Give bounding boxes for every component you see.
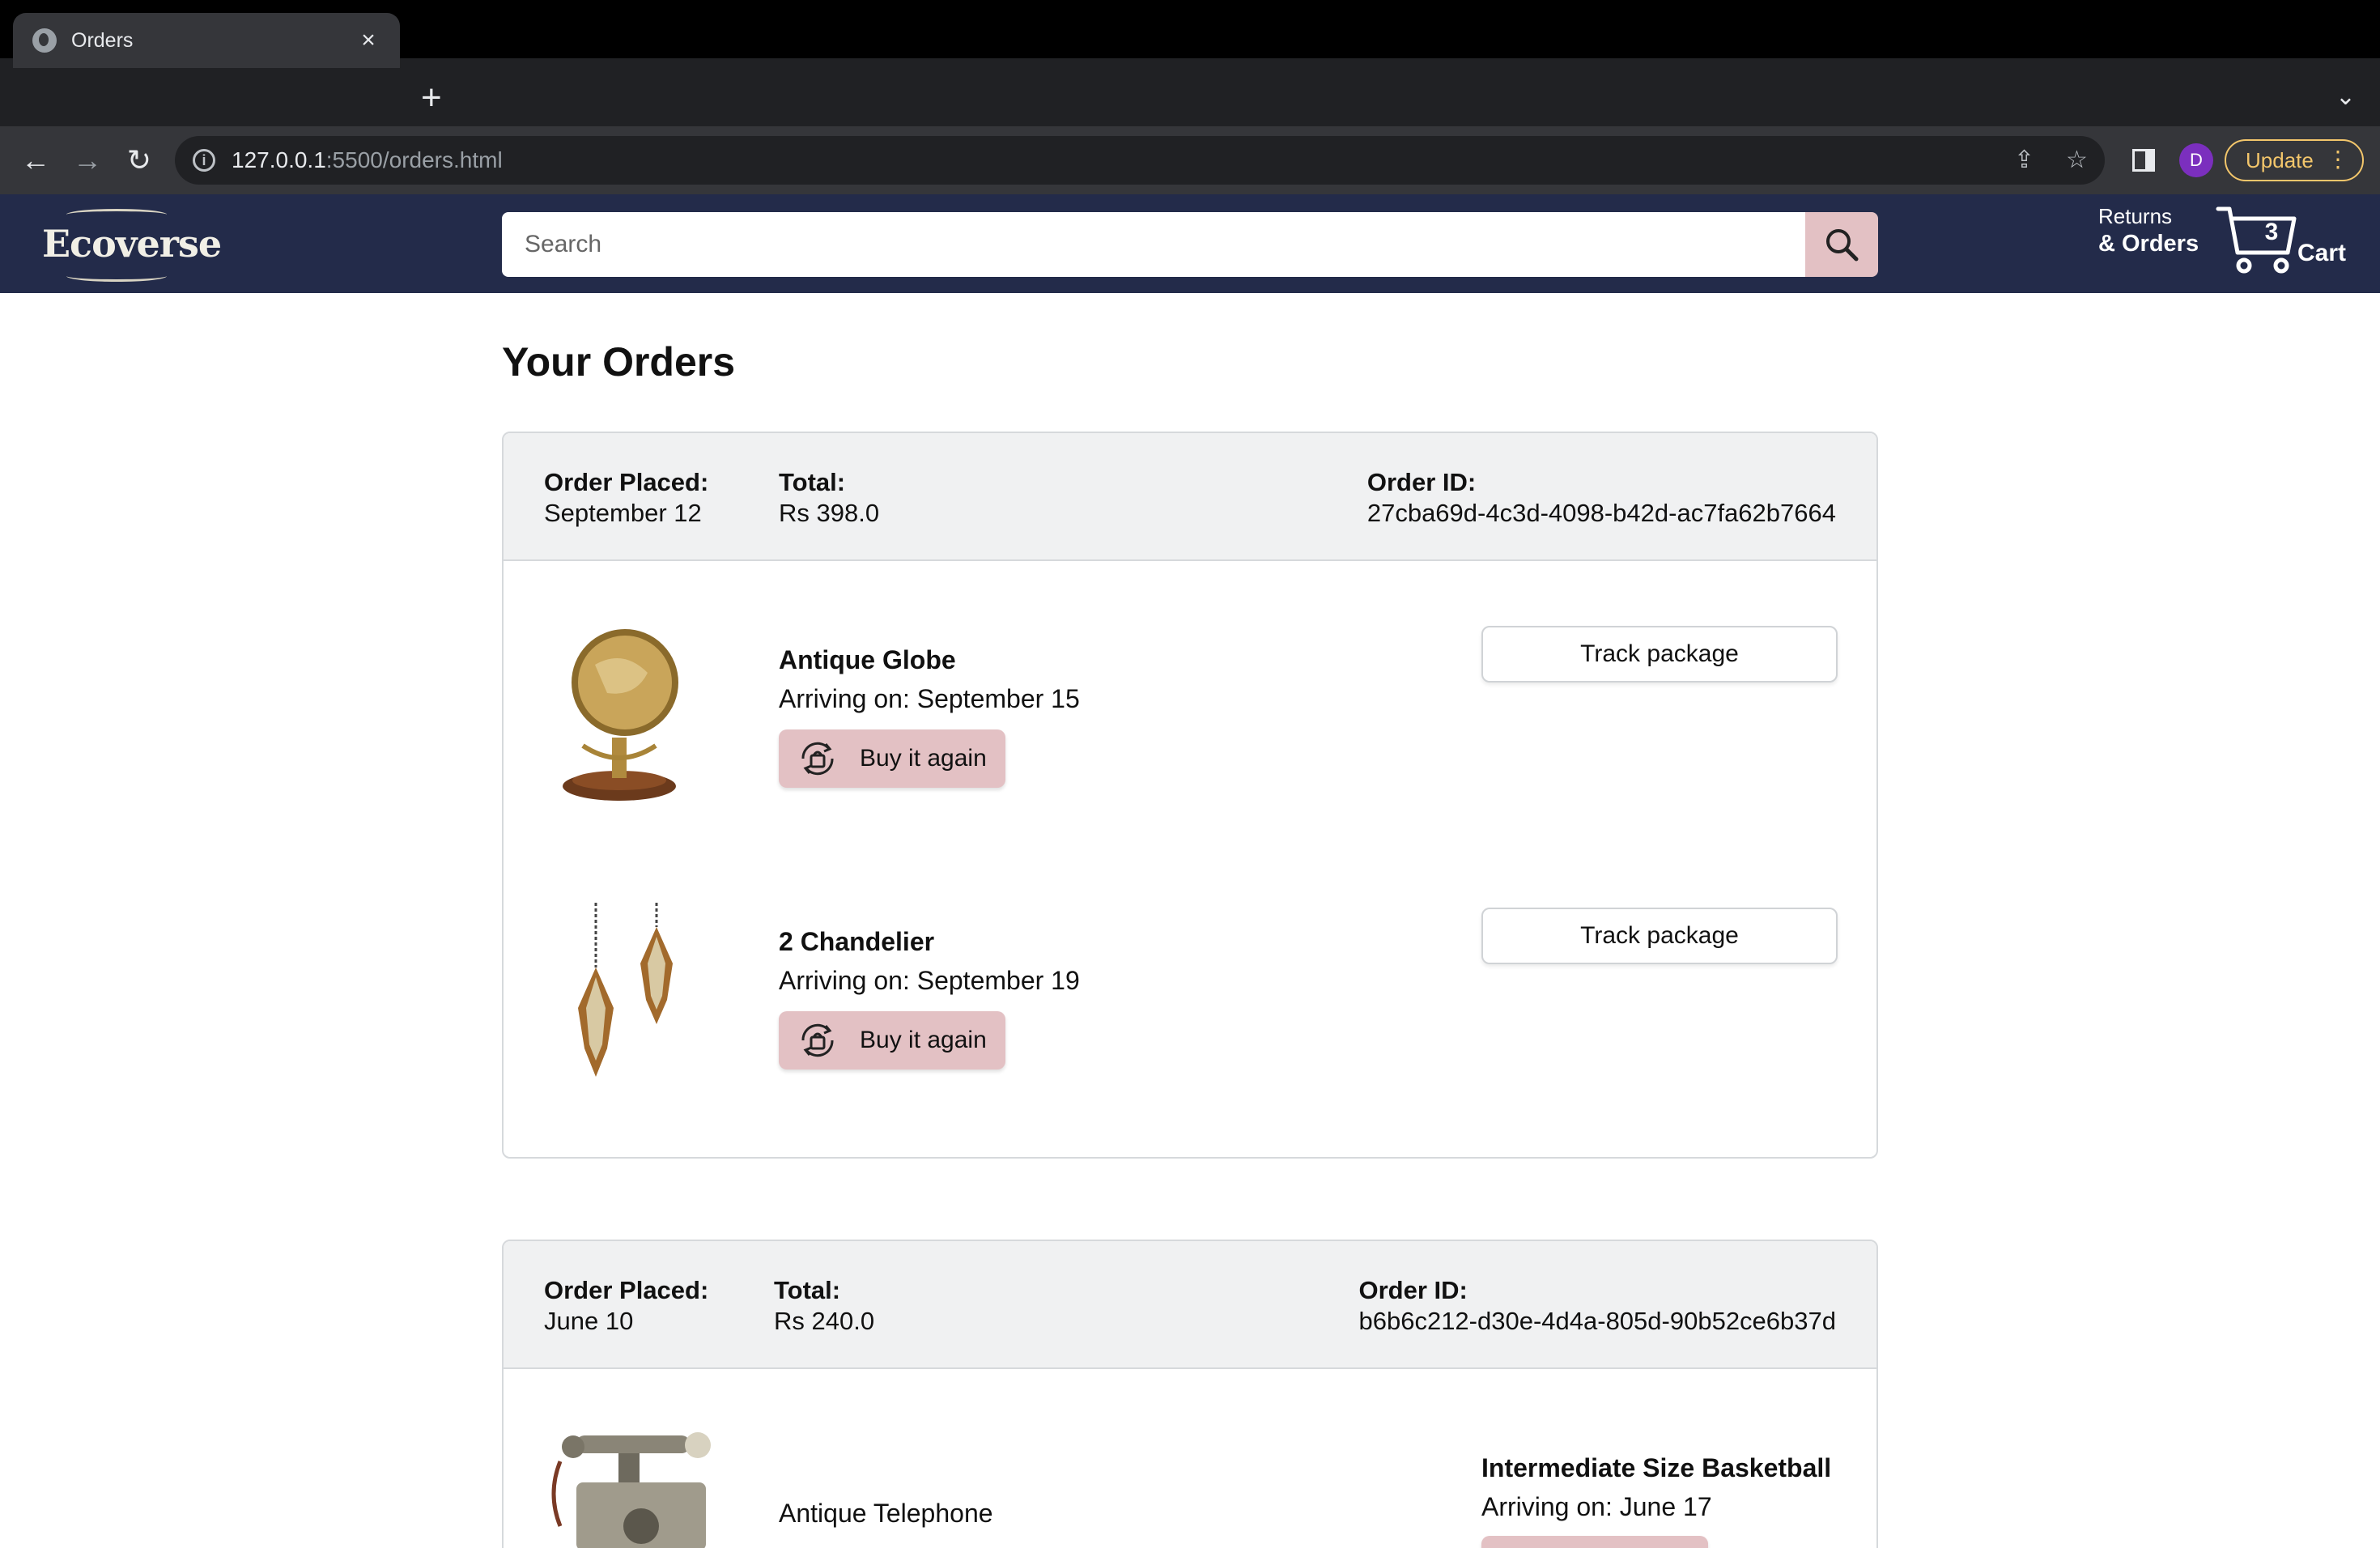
buy-again-button[interactable]: Buy it again (779, 1011, 1005, 1070)
item-arriving: Arriving on: September 19 (779, 966, 1080, 995)
track-package-button[interactable]: Track package (1481, 908, 1838, 964)
reload-icon[interactable]: ↻ (121, 142, 157, 178)
cart-count: 3 (2264, 219, 2279, 245)
item-name: Antique Globe (779, 645, 956, 674)
menu-dots-icon[interactable]: ⋮ (2327, 147, 2349, 172)
cart-link[interactable]: 3 Cart (2215, 204, 2347, 277)
new-tab-button[interactable]: + (421, 78, 442, 118)
item-name: Intermediate Size Basketball (1481, 1453, 1832, 1482)
tab-title: Orders (71, 28, 134, 52)
buy-again-label: Buy it again (860, 745, 987, 772)
order-id-label: Order ID: (1366, 468, 1477, 496)
returns-label: Returns (2098, 204, 2173, 228)
chandelier-image[interactable] (572, 903, 685, 1081)
order-placed-value: June 10 (544, 1307, 634, 1335)
order-id: Order ID: 27cba69d-4c3d-4098-b42d-ac7fa6… (1367, 467, 1836, 529)
share-icon[interactable]: ⇪ (2014, 146, 2034, 174)
search-bar (502, 212, 1878, 277)
antique-globe-image[interactable] (559, 616, 680, 802)
order-placed-label: Order Placed: (544, 1276, 709, 1304)
address-bar[interactable]: i 127.0.0.1:5500/orders.html (175, 136, 2105, 185)
order-placed-value: September 12 (544, 499, 702, 527)
item-name: Antique Telephone (779, 1499, 993, 1528)
order-id-value: 27cba69d-4c3d-4098-b42d-ac7fa62b7664 (1366, 499, 1836, 527)
order-header: Order Placed: September 12 Total: Rs 398… (504, 433, 1876, 561)
side-panel-icon[interactable] (2132, 149, 2155, 172)
logo-ornament-bottom (66, 270, 167, 282)
buy-again-button[interactable]: Buy it again (779, 729, 1005, 788)
site-info-icon[interactable]: i (193, 149, 215, 172)
search-icon (1826, 229, 1859, 262)
order-total-label: Total: (774, 1276, 841, 1304)
order-total-value: Rs 398.0 (779, 499, 880, 527)
url-path: :5500/orders.html (325, 147, 503, 172)
buy-again-button[interactable] (1481, 1536, 1708, 1548)
orders-label: & Orders (2098, 231, 2199, 257)
logo-ornament-top (66, 209, 167, 220)
globe-icon (32, 28, 57, 53)
order-total: Total: Rs 398.0 (779, 467, 879, 529)
browser-tab[interactable]: Orders × (13, 13, 400, 68)
order-id: Order ID: b6b6c212-d30e-4d4a-805d-90b52c… (1358, 1275, 1836, 1337)
buy-again-icon (801, 742, 834, 776)
item-name: 2 Chandelier (779, 927, 935, 956)
order-id-value: b6b6c212-d30e-4d4a-805d-90b52ce6b37d (1358, 1307, 1836, 1335)
returns-orders-link[interactable]: Returns & Orders (2098, 202, 2199, 257)
forward-arrow-icon[interactable]: → (70, 142, 105, 178)
search-button[interactable] (1805, 212, 1878, 277)
order-placed: Order Placed: June 10 (544, 1275, 708, 1337)
browser-tab-strip (0, 58, 2380, 126)
order-placed: Order Placed: September 12 (544, 467, 708, 529)
item-arriving: Arriving on: September 15 (779, 684, 1080, 713)
order-header: Order Placed: June 10 Total: Rs 240.0 Or… (504, 1241, 1876, 1369)
order-card: Order Placed: September 12 Total: Rs 398… (502, 432, 1878, 1159)
order-total-value: Rs 240.0 (774, 1307, 875, 1335)
buy-again-icon (801, 1023, 834, 1057)
track-package-button[interactable]: Track package (1481, 626, 1838, 683)
back-arrow-icon[interactable]: ← (18, 142, 53, 178)
close-tab-icon[interactable]: × (356, 27, 380, 54)
bookmark-star-icon[interactable]: ☆ (2066, 146, 2088, 174)
order-card: Order Placed: June 10 Total: Rs 240.0 Or… (502, 1240, 1878, 1548)
order-placed-label: Order Placed: (544, 468, 709, 496)
ecoverse-logo[interactable]: Ecoverse (42, 202, 222, 285)
page-title: Your Orders (502, 339, 736, 385)
logo-text: Ecoverse (42, 222, 222, 266)
search-input[interactable] (502, 212, 1805, 277)
update-label: Update (2246, 147, 2314, 172)
profile-avatar[interactable]: D (2179, 143, 2213, 177)
item-arriving: Arriving on: June 17 (1481, 1492, 1712, 1521)
cart-label: Cart (2297, 240, 2347, 266)
antique-telephone-image[interactable] (544, 1429, 716, 1548)
tab-search-chevron-icon[interactable]: ⌄ (2335, 83, 2356, 111)
buy-again-label: Buy it again (860, 1027, 987, 1053)
update-button[interactable]: Update ⋮ (2225, 139, 2364, 181)
order-id-label: Order ID: (1358, 1276, 1468, 1304)
order-total: Total: Rs 240.0 (774, 1275, 874, 1337)
order-total-label: Total: (779, 468, 846, 496)
url-host: 127.0.0.1 (232, 147, 326, 172)
